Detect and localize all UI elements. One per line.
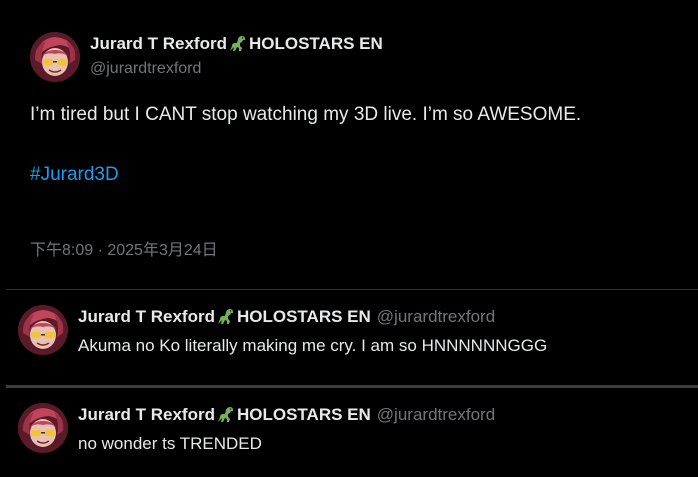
display-name-affiliation: HOLOSTARS EN [248, 34, 383, 53]
handle[interactable]: @jurardtrexford [377, 405, 495, 425]
handle[interactable]: @jurardtrexford [377, 307, 495, 327]
author-block: Jurard T Rexford HOLOSTARS EN @jurardtre… [90, 34, 383, 78]
handle[interactable]: @jurardtrexford [90, 60, 383, 78]
avatar[interactable] [18, 305, 68, 355]
main-tweet: Jurard T Rexford HOLOSTARS EN @jurardtre… [0, 0, 698, 290]
avatar-image [18, 305, 68, 355]
dinosaur-emoji-icon [228, 35, 248, 53]
tweet-text: I’m tired but I CANT stop watching my 3D… [30, 104, 582, 125]
display-name-affiliation: HOLOSTARS EN [236, 405, 371, 424]
display-name[interactable]: Jurard T Rexford HOLOSTARS EN [78, 405, 371, 425]
display-name-text: Jurard T Rexford [78, 307, 215, 326]
dinosaur-emoji-icon [216, 406, 236, 424]
display-name-text: Jurard T Rexford [90, 34, 227, 53]
display-name-affiliation: HOLOSTARS EN [236, 307, 371, 326]
dinosaur-emoji-icon [216, 308, 236, 326]
reply-text: no wonder ts TRENDED [78, 434, 262, 453]
display-name[interactable]: Jurard T Rexford HOLOSTARS EN [90, 34, 383, 54]
avatar[interactable] [30, 32, 80, 82]
avatar[interactable] [18, 403, 68, 453]
reply-tweet[interactable]: Jurard T Rexford HOLOSTARS EN @jurardtre… [0, 389, 698, 477]
display-name[interactable]: Jurard T Rexford HOLOSTARS EN [78, 307, 371, 327]
hashtag-link[interactable]: #Jurard3D [30, 164, 119, 186]
reply-header: Jurard T Rexford HOLOSTARS EN @jurardtre… [78, 405, 495, 425]
avatar-image [18, 403, 68, 453]
avatar-image [30, 32, 80, 82]
timestamp[interactable]: 下午8:09 · 2025年3月24日 [30, 236, 218, 260]
reply-header: Jurard T Rexford HOLOSTARS EN @jurardtre… [78, 307, 495, 327]
reply-tweet[interactable]: Jurard T Rexford HOLOSTARS EN @jurardtre… [0, 290, 698, 385]
display-name-text: Jurard T Rexford [78, 405, 215, 424]
reply-text: Akuma no Ko literally making me cry. I a… [78, 336, 548, 355]
divider [6, 385, 698, 388]
